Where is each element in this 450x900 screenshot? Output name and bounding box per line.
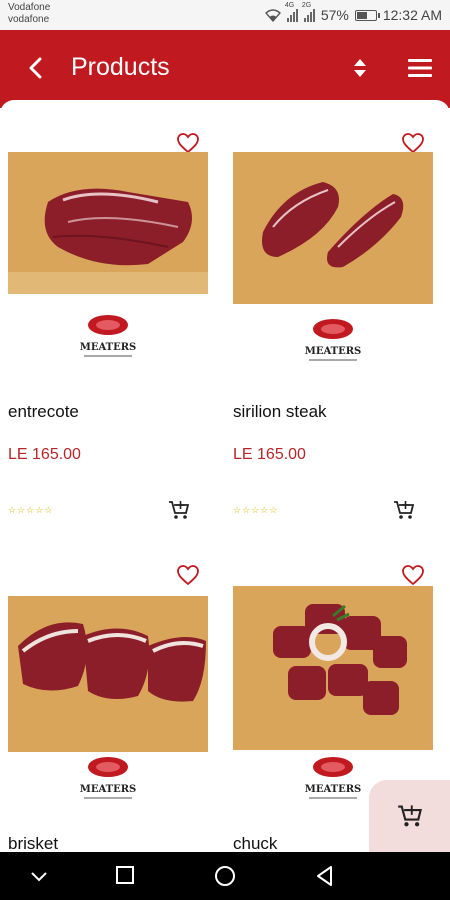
signal-icon-2 <box>303 8 315 22</box>
chevron-left-icon <box>29 57 42 79</box>
product-name[interactable]: chuck <box>233 834 277 852</box>
nav-back-icon[interactable] <box>312 864 338 888</box>
heart-icon[interactable] <box>176 132 200 154</box>
add-to-cart-icon[interactable] <box>168 500 190 520</box>
meaters-logo-icon: MEATERS <box>80 757 137 799</box>
network-type-1: 4G <box>284 2 295 9</box>
svg-text:MEATERS: MEATERS <box>305 784 362 795</box>
product-price: LE 165.00 <box>8 446 81 463</box>
nav-home-icon[interactable] <box>212 864 238 888</box>
product-name[interactable]: sirilion steak <box>233 402 327 422</box>
back-button[interactable] <box>22 54 50 82</box>
product-image[interactable] <box>8 152 208 294</box>
nav-recents-icon[interactable] <box>112 864 138 888</box>
status-bar: Vodafone vodafone 4G 2G 57% 12:32 AM <box>0 0 450 30</box>
nav-hide-keyboard-icon[interactable] <box>26 864 52 888</box>
carrier-line-1: Vodafone <box>8 2 51 13</box>
brand-logo: MEATERS <box>303 316 363 364</box>
product-image[interactable] <box>233 152 433 304</box>
brand-logo: MEATERS <box>78 754 138 802</box>
product-card[interactable]: MEATERS sirilion steak LE 165.00 ☆ ☆ ☆ ☆ ☆ <box>233 100 433 540</box>
app-bar: Products <box>0 30 450 108</box>
brand-logo: MEATERS <box>303 754 363 802</box>
menu-button[interactable] <box>404 54 436 82</box>
product-name[interactable]: brisket <box>8 834 58 852</box>
product-price: LE 165.00 <box>233 446 306 463</box>
meaters-logo-icon: MEATERS <box>80 315 137 357</box>
battery-icon <box>354 9 380 21</box>
network-type-2: 2G <box>301 2 312 9</box>
meaters-logo-icon: MEATERS <box>305 319 362 361</box>
add-to-cart-icon[interactable] <box>393 500 415 520</box>
system-nav-bar <box>0 852 450 900</box>
product-name[interactable]: entrecote <box>8 402 79 422</box>
product-card[interactable]: MEATERS brisket <box>8 532 208 852</box>
product-image[interactable] <box>8 596 208 752</box>
cart-fab-button[interactable] <box>369 780 450 852</box>
status-icons: 4G 2G 57% 12:32 AM <box>264 2 442 24</box>
svg-text:MEATERS: MEATERS <box>80 784 137 795</box>
rating-stars: ☆ ☆ ☆ ☆ ☆ <box>233 505 278 515</box>
sort-button[interactable] <box>348 54 372 82</box>
product-image[interactable] <box>233 586 433 750</box>
svg-text:MEATERS: MEATERS <box>305 346 362 357</box>
sort-icon <box>354 59 366 77</box>
carrier-line-2: vodafone <box>8 14 50 25</box>
meaters-logo-icon: MEATERS <box>305 757 362 799</box>
product-card[interactable]: MEATERS entrecote LE 165.00 ☆ ☆ ☆ ☆ ☆ <box>8 100 208 540</box>
rating-stars: ☆ ☆ ☆ ☆ ☆ <box>8 505 53 515</box>
hamburger-menu-icon <box>408 59 432 77</box>
battery-percent: 57% <box>320 7 349 23</box>
svg-text:MEATERS: MEATERS <box>80 342 137 353</box>
product-grid: MEATERS entrecote LE 165.00 ☆ ☆ ☆ ☆ ☆ ME… <box>0 100 450 852</box>
add-to-cart-icon <box>397 805 422 827</box>
wifi-icon <box>264 8 281 22</box>
carrier-label: Vodafone vodafone <box>8 2 50 26</box>
heart-icon[interactable] <box>401 564 425 586</box>
heart-icon[interactable] <box>401 132 425 154</box>
clock: 12:32 AM <box>382 7 442 23</box>
brand-logo: MEATERS <box>78 312 138 360</box>
signal-icon <box>286 8 298 22</box>
heart-icon[interactable] <box>176 564 200 586</box>
page-title: Products <box>71 53 170 81</box>
